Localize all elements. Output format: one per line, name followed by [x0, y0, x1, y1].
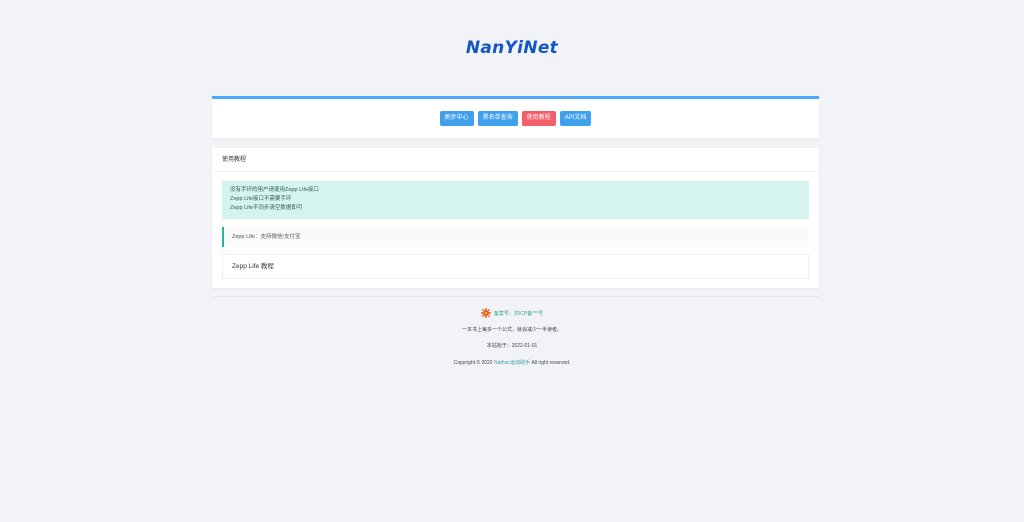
zepp-life-tutorial-collapse[interactable]: Zepp Life 教程 [222, 254, 809, 279]
card-title: 使用教程 [212, 148, 819, 172]
notice-box: 没有手环的用户请使用Zepp Life接口 Zepp Life接口不需要手环 Z… [222, 181, 809, 219]
tutorial-card: 使用教程 没有手环的用户请使用Zepp Life接口 Zepp Life接口不需… [212, 148, 819, 288]
copyright-link[interactable]: Nathan运动助手 [494, 360, 530, 366]
notice-line: Zepp Life接口不需要手环 [230, 196, 292, 202]
notice-line: 没有手环的用户请使用Zepp Life接口 [230, 187, 319, 193]
footer-motto: 一本书上每多一个公式，就会减少一半读者。 [461, 327, 562, 333]
nav-bar: 刷步中心 黑名单查询 使用教程 API文档 [212, 96, 819, 138]
api-docs-button[interactable]: API文档 [559, 111, 592, 126]
support-quote: Zepp Life：支持微信/支付宝 [222, 227, 809, 247]
icp-text[interactable]: 备案号：苏ICP备***号 [494, 310, 543, 317]
step-center-button[interactable]: 刷步中心 [439, 111, 474, 126]
blacklist-query-button[interactable]: 黑名单查询 [477, 111, 518, 126]
copyright-suffix: All right reserved. [531, 360, 571, 366]
icp-record[interactable]: 备案号：苏ICP备***号 [0, 308, 1024, 318]
gear-icon [480, 308, 491, 318]
notice-line: Zepp Life不同步清空数据即可 [230, 205, 303, 211]
copyright-prefix: Copyright © 2022 [453, 360, 493, 366]
copyright: Copyright © 2022 Nathan运动助手 All right re… [0, 359, 1024, 366]
page: NanYiNet 刷步中心 黑名单查询 使用教程 API文档 使用教程 没有手环… [0, 0, 1024, 522]
site-since: 本站始于：2022-01-01 [486, 343, 538, 349]
tutorial-button[interactable]: 使用教程 [521, 111, 556, 126]
site-logo[interactable]: NanYiNet [0, 38, 1024, 58]
footer-divider [212, 296, 819, 297]
